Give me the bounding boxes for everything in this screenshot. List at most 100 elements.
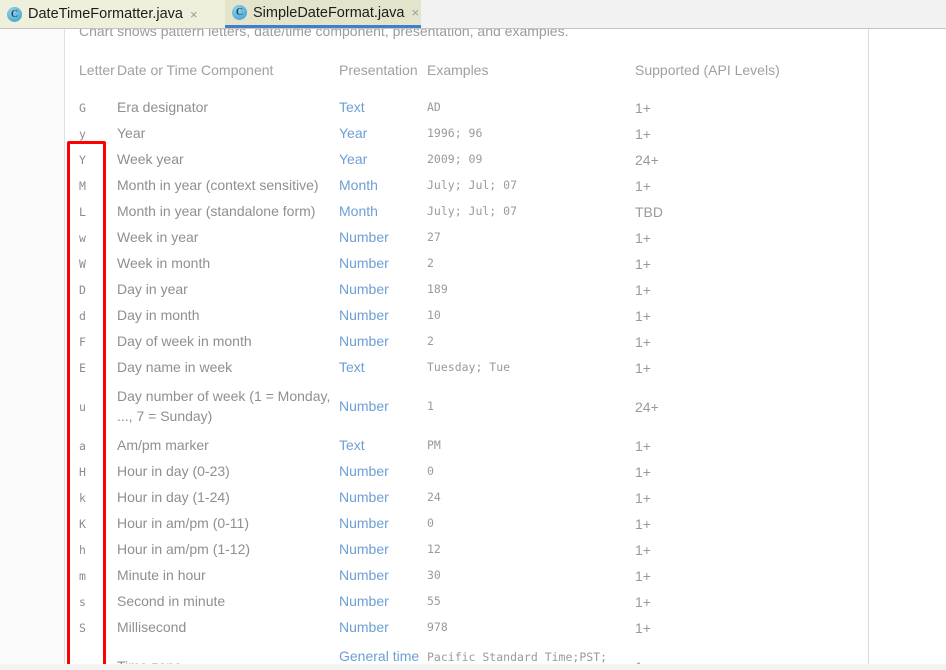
table-row: H Hour in day (0-23) Number 0 1+ bbox=[79, 459, 855, 485]
cell-component: Minute in hour bbox=[117, 567, 206, 584]
cell-letter: L bbox=[79, 205, 86, 219]
table-caption: Chart shows pattern letters, date/time c… bbox=[79, 29, 569, 39]
cell-component: Am/pm marker bbox=[117, 437, 209, 454]
cell-presentation: Number bbox=[339, 255, 389, 272]
cell-letter: S bbox=[79, 621, 86, 635]
cell-examples: July; Jul; 07 bbox=[427, 178, 518, 193]
tab-datetimeformatter[interactable]: C DateTimeFormatter.java × bbox=[0, 0, 225, 28]
document-viewport[interactable]: Chart shows pattern letters, date/time c… bbox=[0, 29, 946, 670]
cell-presentation: Text bbox=[339, 437, 365, 454]
cell-examples: 10 bbox=[427, 308, 441, 323]
cell-component: Year bbox=[117, 125, 146, 142]
cell-examples: 0 bbox=[427, 516, 434, 531]
cell-presentation: Number bbox=[339, 463, 389, 480]
cell-letter: d bbox=[79, 309, 86, 323]
table-row: h Hour in am/pm (1-12) Number 12 1+ bbox=[79, 537, 855, 563]
table-row: u Day number of week (1 = Monday, ..., 7 … bbox=[79, 381, 855, 433]
editor-tab-bar: C DateTimeFormatter.java × C SimpleDateF… bbox=[0, 0, 946, 29]
table-row: S Millisecond Number 978 1+ bbox=[79, 615, 855, 641]
cell-examples: 189 bbox=[427, 282, 448, 297]
cell-letter: M bbox=[79, 179, 86, 193]
cell-letter: k bbox=[79, 491, 86, 505]
cell-presentation: Month bbox=[339, 203, 378, 220]
cell-examples: 978 bbox=[427, 620, 448, 635]
cell-examples: 27 bbox=[427, 230, 441, 245]
cell-presentation: Text bbox=[339, 99, 365, 116]
cell-letter: w bbox=[79, 231, 86, 245]
cell-letter: F bbox=[79, 335, 86, 349]
cell-examples: 1996; 96 bbox=[427, 126, 483, 141]
cell-component: Day in year bbox=[117, 281, 188, 298]
cell-api-level: TBD bbox=[635, 204, 663, 220]
javadoc-page: Chart shows pattern letters, date/time c… bbox=[64, 29, 869, 670]
cell-examples: 2009; 09 bbox=[427, 152, 483, 167]
cell-letter: h bbox=[79, 543, 86, 557]
cell-api-level: 1+ bbox=[635, 490, 651, 506]
cell-api-level: 24+ bbox=[635, 399, 659, 415]
table-row: L Month in year (standalone form) Month Jul… bbox=[79, 199, 855, 225]
cell-letter: m bbox=[79, 569, 86, 583]
cell-component: Week in month bbox=[117, 255, 211, 272]
table-body: G Era designator Text AD 1+ y Year Year 1996; 96… bbox=[79, 95, 855, 670]
cell-component: Day name in week bbox=[117, 359, 233, 376]
close-icon[interactable]: × bbox=[190, 8, 198, 21]
cell-api-level: 1+ bbox=[635, 282, 651, 298]
cell-api-level: 1+ bbox=[635, 178, 651, 194]
cell-api-level: 1+ bbox=[635, 542, 651, 558]
table-row: a Am/pm marker Text PM 1+ bbox=[79, 433, 855, 459]
column-header-examples: Examples bbox=[427, 62, 489, 79]
cell-examples: 30 bbox=[427, 568, 441, 583]
table-row: M Month in year (context sensitive) Month J… bbox=[79, 173, 855, 199]
cell-presentation: Year bbox=[339, 151, 368, 168]
java-class-icon: C bbox=[232, 5, 247, 20]
cell-presentation: Number bbox=[339, 307, 389, 324]
cell-component: Era designator bbox=[117, 99, 209, 116]
table-row: m Minute in hour Number 30 1+ bbox=[79, 563, 855, 589]
close-icon[interactable]: × bbox=[412, 6, 420, 19]
table-row: w Week in year Number 27 1+ bbox=[79, 225, 855, 251]
table-row: d Day in month Number 10 1+ bbox=[79, 303, 855, 329]
cell-component: Hour in am/pm (1-12) bbox=[117, 541, 251, 558]
cell-letter: K bbox=[79, 517, 86, 531]
cell-api-level: 1+ bbox=[635, 568, 651, 584]
table-header: Letter Date or Time Component Presentati… bbox=[79, 47, 855, 95]
window-bottom-strip bbox=[0, 664, 946, 670]
cell-component: Millisecond bbox=[117, 619, 187, 636]
page-left-margin bbox=[0, 29, 64, 670]
pattern-letters-table: Letter Date or Time Component Presentati… bbox=[79, 47, 855, 670]
cell-examples: PM bbox=[427, 438, 441, 453]
table-row: D Day in year Number 189 1+ bbox=[79, 277, 855, 303]
cell-component: Hour in am/pm (0-11) bbox=[117, 515, 250, 532]
cell-presentation: Number bbox=[339, 515, 389, 532]
cell-api-level: 1+ bbox=[635, 126, 651, 142]
cell-letter: W bbox=[79, 257, 86, 271]
cell-examples: 55 bbox=[427, 594, 441, 609]
cell-component: Week in year bbox=[117, 229, 199, 246]
cell-letter: H bbox=[79, 465, 86, 479]
java-class-icon: C bbox=[7, 6, 22, 22]
table-row: s Second in minute Number 55 1+ bbox=[79, 589, 855, 615]
table-row: k Hour in day (1-24) Number 24 1+ bbox=[79, 485, 855, 511]
cell-presentation: Number bbox=[339, 593, 389, 610]
cell-letter: G bbox=[79, 101, 86, 115]
table-row: W Week in month Number 2 1+ bbox=[79, 251, 855, 277]
cell-examples: 2 bbox=[427, 334, 434, 349]
cell-letter: Y bbox=[79, 153, 86, 167]
cell-api-level: 1+ bbox=[635, 308, 651, 324]
cell-presentation: Month bbox=[339, 177, 378, 194]
column-header-api-levels: Supported (API Levels) bbox=[635, 62, 780, 79]
cell-component: Month in year (standalone form) bbox=[117, 203, 316, 220]
cell-component: Hour in day (1-24) bbox=[117, 489, 230, 506]
cell-presentation: Number bbox=[339, 541, 389, 558]
tab-simpledateformat[interactable]: C SimpleDateFormat.java × bbox=[225, 0, 421, 28]
cell-letter: y bbox=[79, 127, 86, 141]
tab-label: DateTimeFormatter.java bbox=[28, 6, 183, 22]
cell-examples: 24 bbox=[427, 490, 441, 505]
cell-presentation: Number bbox=[339, 229, 389, 246]
cell-api-level: 1+ bbox=[635, 256, 651, 272]
cell-api-level: 1+ bbox=[635, 594, 651, 610]
cell-examples: AD bbox=[427, 100, 441, 115]
cell-examples: 2 bbox=[427, 256, 434, 271]
cell-presentation: Number bbox=[339, 333, 389, 350]
cell-api-level: 1+ bbox=[635, 620, 651, 636]
